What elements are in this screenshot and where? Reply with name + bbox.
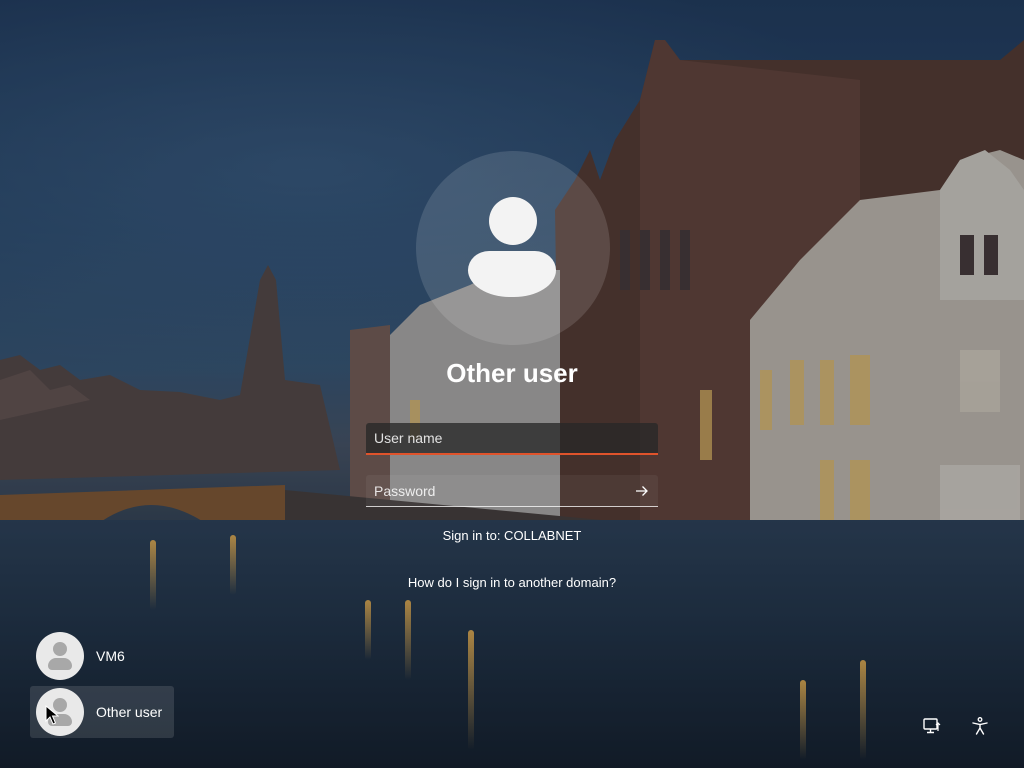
accessibility-icon[interactable] (970, 716, 990, 736)
network-icon[interactable] (922, 716, 942, 736)
user-avatar (416, 151, 610, 345)
password-input[interactable] (366, 475, 658, 506)
mouse-pointer-icon (45, 705, 59, 725)
user-avatar-icon (36, 688, 84, 736)
username-input[interactable] (366, 423, 658, 453)
password-field-container (366, 475, 658, 507)
sign-in-domain-text: Sign in to: COLLABNET (442, 528, 582, 543)
username-field-container (366, 423, 658, 455)
arrow-right-icon[interactable] (632, 481, 652, 501)
user-avatar-icon (36, 632, 84, 680)
other-domain-help-link[interactable]: How do I sign in to another domain? (0, 575, 1024, 590)
user-avatar-head (489, 197, 537, 245)
user-tile-name: Other user (96, 704, 163, 720)
user-tile-name: VM6 (96, 648, 125, 664)
selected-user-title: Other user (446, 358, 578, 388)
user-tile-vm6[interactable]: VM6 (30, 630, 174, 682)
